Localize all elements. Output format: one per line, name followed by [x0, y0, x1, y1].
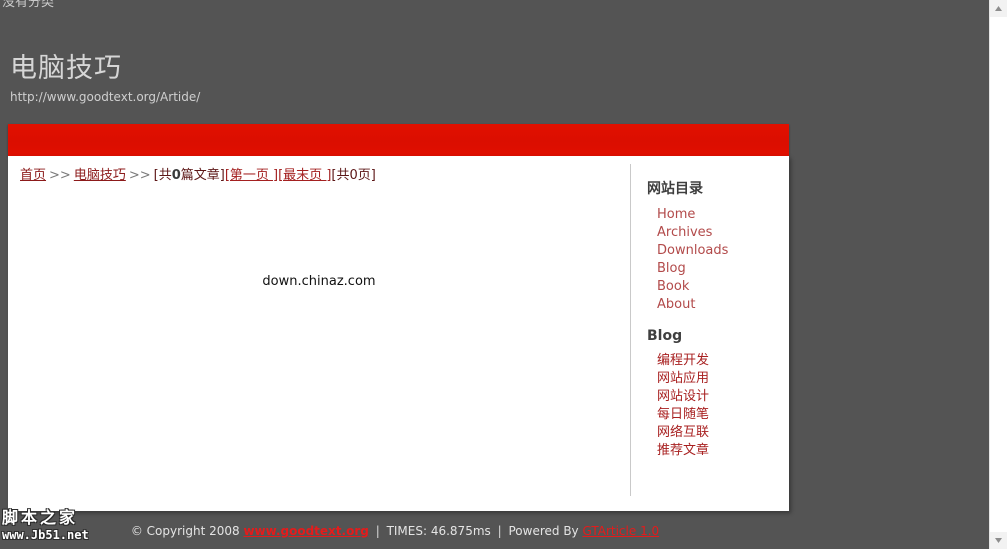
footer-site-link[interactable]: www.goodtext.org: [243, 524, 368, 538]
sidebar-item-downloads[interactable]: Downloads: [657, 243, 728, 258]
breadcrumb: 首页 >> 电脑技巧 >> [共0篇文章][第一页 ][最末页 ][共0页]: [8, 156, 630, 185]
scroll-up-icon[interactable]: [990, 0, 1007, 17]
site-title: 电脑技巧: [10, 53, 122, 84]
footer-times: TIMES: 46.875ms: [386, 524, 491, 538]
sidebar-blog-item-programming[interactable]: 编程开发: [657, 353, 709, 368]
list-item: Downloads: [657, 242, 789, 260]
vertical-scrollbar[interactable]: [989, 0, 1007, 549]
sidebar-item-blog[interactable]: Blog: [657, 261, 686, 276]
footer-powered-by-label: Powered By: [508, 524, 579, 538]
list-item: Archives: [657, 224, 789, 242]
last-page-link[interactable]: [最末页 ]: [278, 168, 331, 183]
category-strip: 没有分类: [0, 0, 54, 13]
page-footer: © Copyright 2008 www.goodtext.org | TIME…: [0, 524, 790, 538]
sidebar-blog-item-networking[interactable]: 网络互联: [657, 425, 709, 440]
list-item: Blog: [657, 260, 789, 278]
list-item: 推荐文章: [657, 442, 789, 460]
scroll-down-icon[interactable]: [990, 532, 1007, 549]
sidebar-blog-item-web-design[interactable]: 网站设计: [657, 389, 709, 404]
sidebar-item-about[interactable]: About: [657, 297, 695, 312]
list-item: Home: [657, 206, 789, 224]
main-column: 首页 >> 电脑技巧 >> [共0篇文章][第一页 ][最末页 ][共0页] down.…: [8, 156, 630, 511]
first-page-link[interactable]: [第一页 ]: [225, 168, 278, 183]
red-banner: [8, 124, 789, 156]
list-item: 网站应用: [657, 370, 789, 388]
sidebar-heading-directory: 网站目录: [647, 181, 703, 197]
article-list-area: down.chinaz.com: [8, 185, 630, 425]
sidebar-blog-item-featured[interactable]: 推荐文章: [657, 443, 709, 458]
breadcrumb-separator-2: >>: [128, 168, 151, 183]
article-total-suffix: 篇文章]: [180, 168, 225, 183]
list-item: 编程开发: [657, 352, 789, 370]
list-item: 每日随笔: [657, 406, 789, 424]
footer-separator-1: |: [375, 524, 380, 538]
watermark: 脚本之家 www.Jb51.net: [2, 508, 107, 542]
sidebar: 网站目录 Home Archives Downloads Blog Book A…: [631, 156, 789, 511]
article-total-prefix: [共: [153, 168, 172, 183]
article-total-count: 0: [171, 168, 181, 183]
breadcrumb-home-link[interactable]: 首页: [20, 168, 46, 183]
sidebar-blog-item-daily-notes[interactable]: 每日随笔: [657, 407, 709, 422]
page-total-label: [共0页]: [331, 168, 376, 183]
sidebar-item-home[interactable]: Home: [657, 207, 695, 222]
sidebar-directory-list: Home Archives Downloads Blog Book About: [647, 206, 789, 314]
site-header: 电脑技巧 http://www.goodtext.org/Artide/: [0, 52, 790, 105]
list-item: 网络互联: [657, 424, 789, 442]
list-item: About: [657, 296, 789, 314]
sidebar-item-archives[interactable]: Archives: [657, 225, 712, 240]
sidebar-blog-item-web-apps[interactable]: 网站应用: [657, 371, 709, 386]
sidebar-item-book[interactable]: Book: [657, 279, 689, 294]
footer-separator-2: |: [497, 524, 502, 538]
list-item: 网站设计: [657, 388, 789, 406]
watermark-url: www.Jb51.net: [2, 528, 89, 542]
site-url: http://www.goodtext.org/Artide/: [10, 90, 201, 104]
sidebar-heading-blog: Blog: [647, 328, 683, 344]
watermark-title: 脚本之家: [2, 508, 79, 527]
breadcrumb-separator-1: >>: [49, 168, 71, 183]
sidebar-blog-list: 编程开发 网站应用 网站设计 每日随笔 网络互联 推荐文章: [647, 352, 789, 460]
list-item: Book: [657, 278, 789, 296]
sidebar-section-gap: [647, 314, 789, 328]
breadcrumb-category-link[interactable]: 电脑技巧: [74, 168, 126, 183]
category-strip-label: 没有分类: [2, 0, 55, 10]
footer-copyright: © Copyright 2008: [130, 524, 240, 538]
browser-page-viewport: 没有分类 电脑技巧 http://www.goodtext.org/Artide…: [0, 0, 989, 549]
scrollbar-track[interactable]: [990, 17, 1007, 532]
content-container: 首页 >> 电脑技巧 >> [共0篇文章][第一页 ][最末页 ][共0页] down.…: [8, 156, 789, 511]
footer-engine-link[interactable]: GTArticle 1.0: [582, 524, 659, 538]
center-notice-text: down.chinaz.com: [262, 274, 376, 289]
